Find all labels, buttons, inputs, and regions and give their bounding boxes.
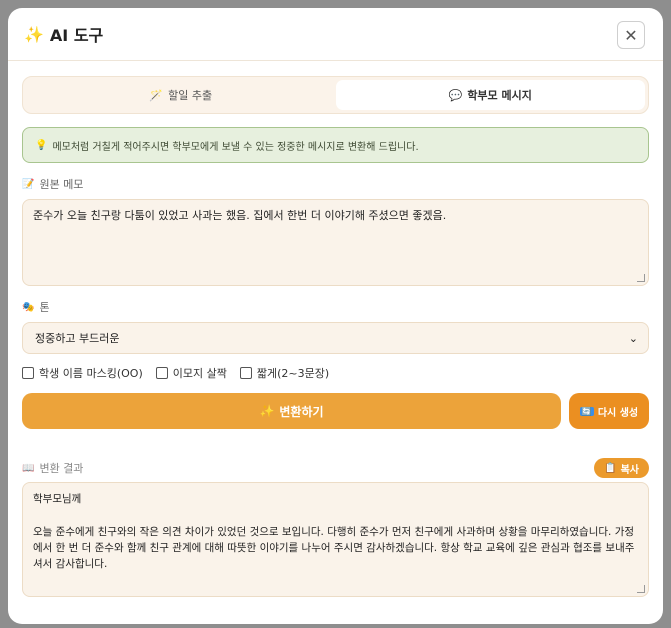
result-label: 📖 변환 결과 [22,460,83,476]
memo-icon: 📝 [22,178,35,190]
tone-label: 🎭 톤 [22,299,649,315]
memo-label: 📝 원본 메모 [22,176,649,192]
resize-handle[interactable] [637,274,645,282]
tab-task-extract[interactable]: 🪄 할일 추출 [26,80,336,110]
option-label: 이모지 살짝 [172,367,227,380]
tab-bar: 🪄 할일 추출 💬 학부모 메시지 [22,76,649,114]
tone-selected-value: 정중하고 부드러운 [35,332,120,345]
tone-select[interactable]: 정중하고 부드러운 ⌄ [22,322,649,354]
resize-handle[interactable] [637,585,645,593]
regenerate-label: 다시 생성 [597,407,639,419]
notice-text: 메모처럼 거칠게 적어주시면 학부모에게 보낼 수 있는 정중한 메시지로 변환… [52,141,419,153]
memo-textarea[interactable]: 준수가 오늘 친구랑 다툼이 있었고 사과는 했음. 집에서 한번 더 이야기해… [22,199,649,286]
modal-title: AI 도구 [49,26,104,45]
result-textarea[interactable]: 학부모님께 오늘 준수에게 친구와의 작은 의견 차이가 있었던 것으로 보입니… [22,482,649,597]
sparkles-icon: ✨ [259,404,275,418]
option-short[interactable]: 짧게(2~3문장) [239,365,330,381]
option-checkboxes: 학생 이름 마스킹(OO) 이모지 살짝 짧게(2~3문장) [22,365,649,381]
modal-header: ✨ AI 도구 ✕ [8,8,663,61]
regenerate-button[interactable]: 🔄 다시 생성 [569,393,649,429]
close-icon: ✕ [624,25,638,45]
close-button[interactable]: ✕ [617,21,645,49]
emoji-checkbox[interactable] [155,367,168,379]
convert-button[interactable]: ✨ 변환하기 [22,393,561,429]
option-label: 학생 이름 마스킹(OO) [39,367,143,380]
modal-body: 🪄 할일 추출 💬 학부모 메시지 💡 메모처럼 거칠게 적어주시면 학부모에게… [8,61,663,597]
tab-parent-message[interactable]: 💬 학부모 메시지 [335,80,645,110]
refresh-icon: 🔄 [579,406,594,416]
copy-button[interactable]: 📋 복사 [594,458,649,478]
theater-masks-icon: 🎭 [22,301,35,313]
short-checkbox[interactable] [239,367,252,379]
option-mask-name[interactable]: 학생 이름 마스킹(OO) [22,365,143,381]
copy-label: 복사 [620,464,639,476]
lightbulb-icon: 💡 [35,139,48,151]
tab-label: 할일 추출 [168,89,213,102]
tone-label-text: 톤 [39,301,50,314]
sparkles-icon: ✨ [24,24,44,44]
result-header: 📖 변환 결과 📋 복사 [22,458,649,478]
chevron-down-icon: ⌄ [628,332,638,345]
magic-wand-icon: 🪄 [149,88,164,102]
book-icon: 📖 [22,462,35,474]
action-row: ✨ 변환하기 🔄 다시 생성 [22,393,649,429]
ai-tools-modal: ✨ AI 도구 ✕ 🪄 할일 추출 💬 학부모 메시지 💡 메모처럼 거칠게 적… [8,8,663,624]
memo-text: 준수가 오늘 친구랑 다툼이 있었고 사과는 했음. 집에서 한번 더 이야기해… [33,209,447,222]
speech-bubble-icon: 💬 [448,88,463,102]
option-label: 짧게(2~3문장) [256,367,330,380]
option-light-emoji[interactable]: 이모지 살짝 [155,365,227,381]
clipboard-icon: 📋 [604,462,617,474]
mask-name-checkbox[interactable] [22,367,34,379]
convert-label: 변환하기 [279,404,324,419]
result-label-text: 변환 결과 [39,462,84,475]
memo-label-text: 원본 메모 [39,178,84,191]
result-text: 학부모님께 오늘 준수에게 친구와의 작은 의견 차이가 있었던 것으로 보입니… [33,493,635,571]
info-notice: 💡 메모처럼 거칠게 적어주시면 학부모에게 보낼 수 있는 정중한 메시지로 … [22,127,649,163]
tab-label: 학부모 메시지 [467,89,532,102]
